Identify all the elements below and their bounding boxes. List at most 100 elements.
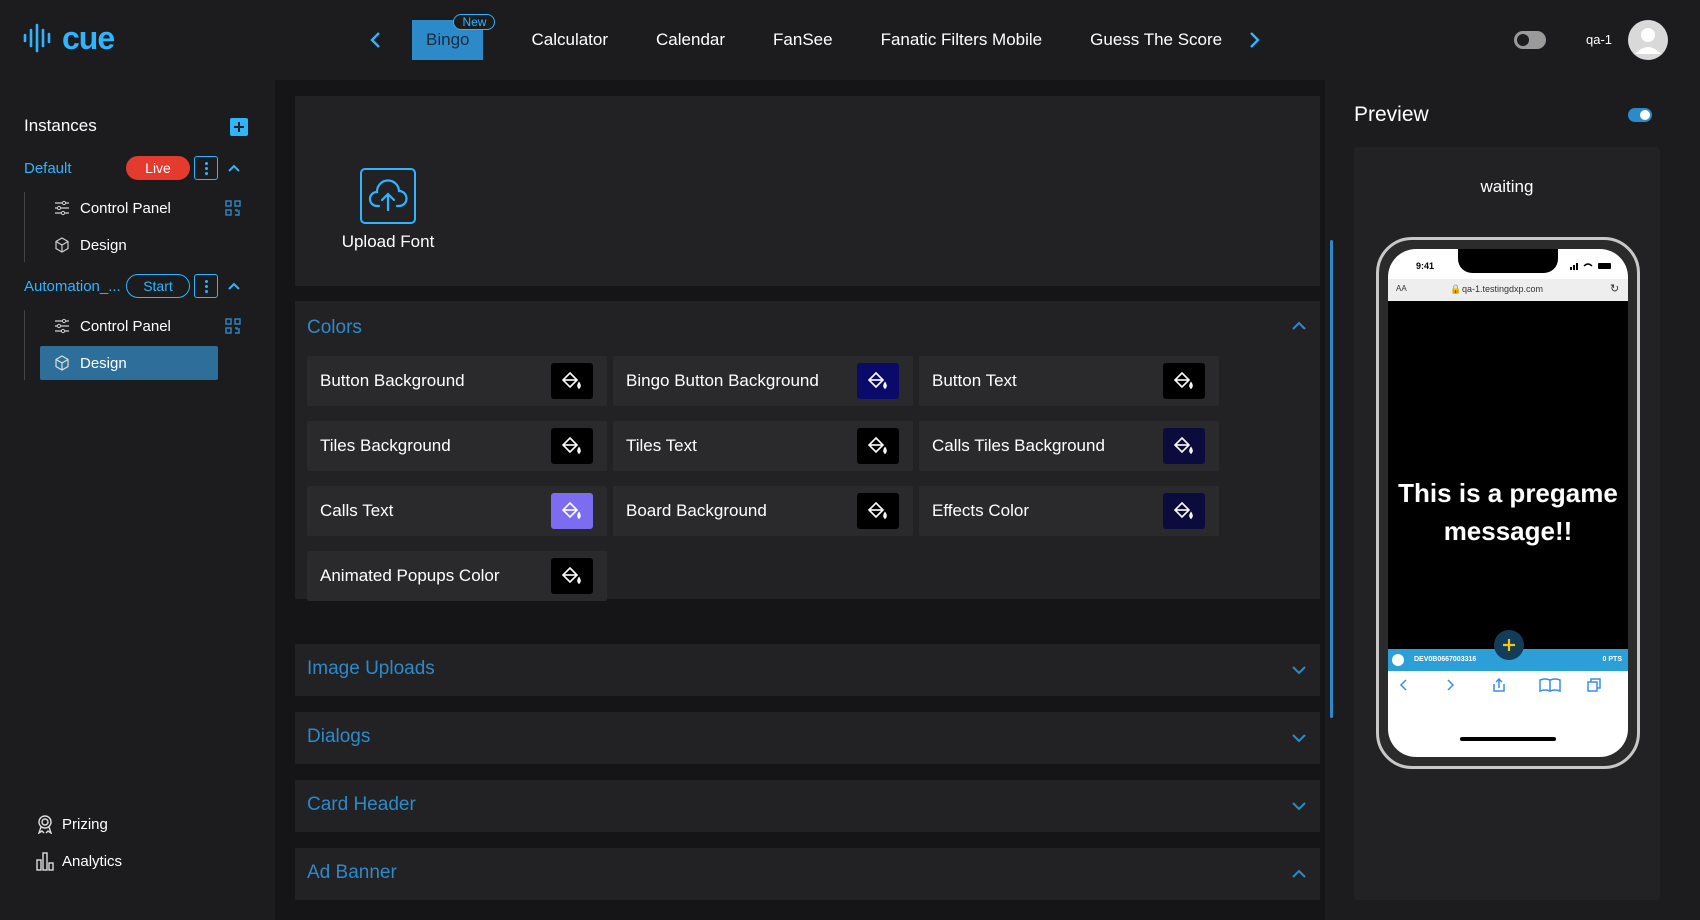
sidebar-item-label: Design (80, 236, 127, 254)
qr-code-icon[interactable] (225, 318, 241, 334)
nav-next-button[interactable] (1244, 28, 1264, 52)
cube-icon (55, 355, 69, 371)
tab-fansee[interactable]: FanSee (749, 20, 857, 60)
user-id: DEV0B0667003316 (1414, 656, 1477, 663)
sidebar-item-prizing[interactable]: Prizing (36, 814, 108, 834)
instance-menu-button[interactable] (194, 274, 218, 298)
upload-font-button[interactable]: Upload Font (338, 168, 438, 252)
phone-mockup: 9:41 AA 🔒 qa-1.testingdxp.com ↻ This is … (1376, 237, 1640, 769)
image-uploads-section[interactable]: Image Uploads (295, 644, 1320, 696)
paint-bucket-icon[interactable] (551, 558, 593, 594)
chevron-right-icon (1250, 32, 1260, 48)
paint-bucket-icon[interactable] (1163, 428, 1205, 464)
paint-bucket-icon[interactable] (857, 363, 899, 399)
paint-bucket-icon[interactable] (551, 493, 593, 529)
chevron-up-icon[interactable] (1290, 865, 1308, 883)
instance-default: Default Live (24, 156, 254, 182)
cloud-upload-icon (368, 179, 408, 212)
sidebar: Instances Default Live Control Panel Des… (0, 80, 275, 920)
analytics-label: Analytics (62, 852, 123, 870)
color-item-tiles-text[interactable]: Tiles Text (613, 421, 913, 471)
nav-prev-button[interactable] (366, 28, 386, 52)
sidebar-item-design[interactable]: Design (40, 346, 218, 380)
paint-bucket-icon[interactable] (551, 428, 593, 464)
instance-menu-button[interactable] (194, 156, 218, 180)
preview-status: waiting (1480, 177, 1534, 196)
cue-logo[interactable]: cue (22, 22, 115, 54)
chevron-up-icon[interactable] (1290, 317, 1308, 335)
chevron-down-icon[interactable] (1290, 797, 1308, 815)
live-badge[interactable]: Live (126, 156, 190, 180)
paint-bucket-icon[interactable] (857, 428, 899, 464)
instance-automation: Automation_... Start (24, 274, 254, 300)
new-badge: New (453, 14, 496, 30)
start-button[interactable]: Start (126, 274, 190, 298)
tab-fanatic-filters-mobile[interactable]: Fanatic Filters Mobile (857, 20, 1067, 60)
phone-url-bar: AA 🔒 qa-1.testingdxp.com ↻ (1388, 279, 1628, 301)
card-header-section[interactable]: Card Header (295, 780, 1320, 832)
color-item-button-background[interactable]: Button Background (307, 356, 607, 406)
color-item-board-background[interactable]: Board Background (613, 486, 913, 536)
section-title: Ad Banner (307, 862, 397, 883)
upload-font-card (295, 96, 1320, 286)
sidebar-item-design[interactable]: Design (40, 228, 218, 262)
plus-icon (234, 122, 244, 132)
upload-box (360, 168, 416, 224)
paint-bucket-icon[interactable] (1163, 493, 1205, 529)
preview-toggle[interactable] (1628, 108, 1652, 122)
instance-name[interactable]: Automation_... (24, 278, 121, 295)
scrollbar[interactable] (1330, 240, 1333, 718)
phone-browser-toolbar (1388, 671, 1628, 757)
tab-label: Bingo (426, 30, 470, 49)
sidebar-item-control-panel[interactable]: Control Panel (40, 191, 218, 225)
chevron-down-icon[interactable] (1290, 729, 1308, 747)
instance-name[interactable]: Default (24, 160, 72, 177)
collapse-icon[interactable] (226, 278, 242, 294)
color-label: Button Text (932, 371, 1017, 390)
paint-bucket-icon[interactable] (551, 363, 593, 399)
avatar[interactable] (1628, 20, 1668, 60)
reload-icon: ↻ (1610, 283, 1620, 295)
instances-title: Instances (24, 116, 97, 135)
tab-calculator[interactable]: Calculator (507, 20, 632, 60)
color-item-animated-popups-color[interactable]: Animated Popups Color (307, 551, 607, 601)
qr-code-icon[interactable] (225, 200, 241, 216)
phone-time: 9:41 (1416, 261, 1435, 271)
tab-calendar[interactable]: Calendar (632, 20, 749, 60)
tree-line (24, 310, 25, 380)
color-label: Button Background (320, 371, 465, 390)
color-label: Tiles Background (320, 436, 451, 455)
section-title: Dialogs (307, 726, 371, 747)
sidebar-item-label: Control Panel (80, 317, 171, 335)
collapse-icon[interactable] (226, 160, 242, 176)
top-bar: cue Bingo New Calculator Calendar FanSee… (0, 0, 1700, 80)
sliders-icon (55, 200, 69, 216)
color-label: Bingo Button Background (626, 371, 819, 390)
colors-section: Colors Button Background Bingo Button Ba… (295, 301, 1320, 601)
color-item-calls-tiles-background[interactable]: Calls Tiles Background (919, 421, 1219, 471)
color-item-effects-color[interactable]: Effects Color (919, 486, 1219, 536)
add-instance-button[interactable] (230, 118, 248, 136)
ad-banner-section[interactable]: Ad Banner (295, 848, 1320, 900)
sidebar-item-analytics[interactable]: Analytics (36, 851, 122, 871)
upload-font-label: Upload Font (341, 232, 435, 251)
color-item-bingo-button-background[interactable]: Bingo Button Background (613, 356, 913, 406)
color-item-calls-text[interactable]: Calls Text (307, 486, 607, 536)
chevron-down-icon[interactable] (1290, 661, 1308, 679)
bar-chart-icon (36, 852, 54, 871)
colors-title[interactable]: Colors (307, 317, 362, 339)
user-icon (1635, 28, 1661, 54)
color-item-button-text[interactable]: Button Text (919, 356, 1219, 406)
color-item-tiles-background[interactable]: Tiles Background (307, 421, 607, 471)
preview-title: Preview (1354, 103, 1429, 126)
pregame-message: This is a pregame message!! (1398, 478, 1618, 546)
add-button (1494, 630, 1524, 660)
tab-guess-the-score[interactable]: Guess The Score (1066, 20, 1246, 60)
sidebar-item-control-panel[interactable]: Control Panel (40, 309, 218, 343)
color-label: Effects Color (932, 501, 1030, 520)
tab-bingo[interactable]: Bingo New (412, 14, 496, 60)
paint-bucket-icon[interactable] (857, 493, 899, 529)
dialogs-section[interactable]: Dialogs (295, 712, 1320, 764)
paint-bucket-icon[interactable] (1163, 363, 1205, 399)
theme-toggle[interactable] (1514, 31, 1546, 49)
